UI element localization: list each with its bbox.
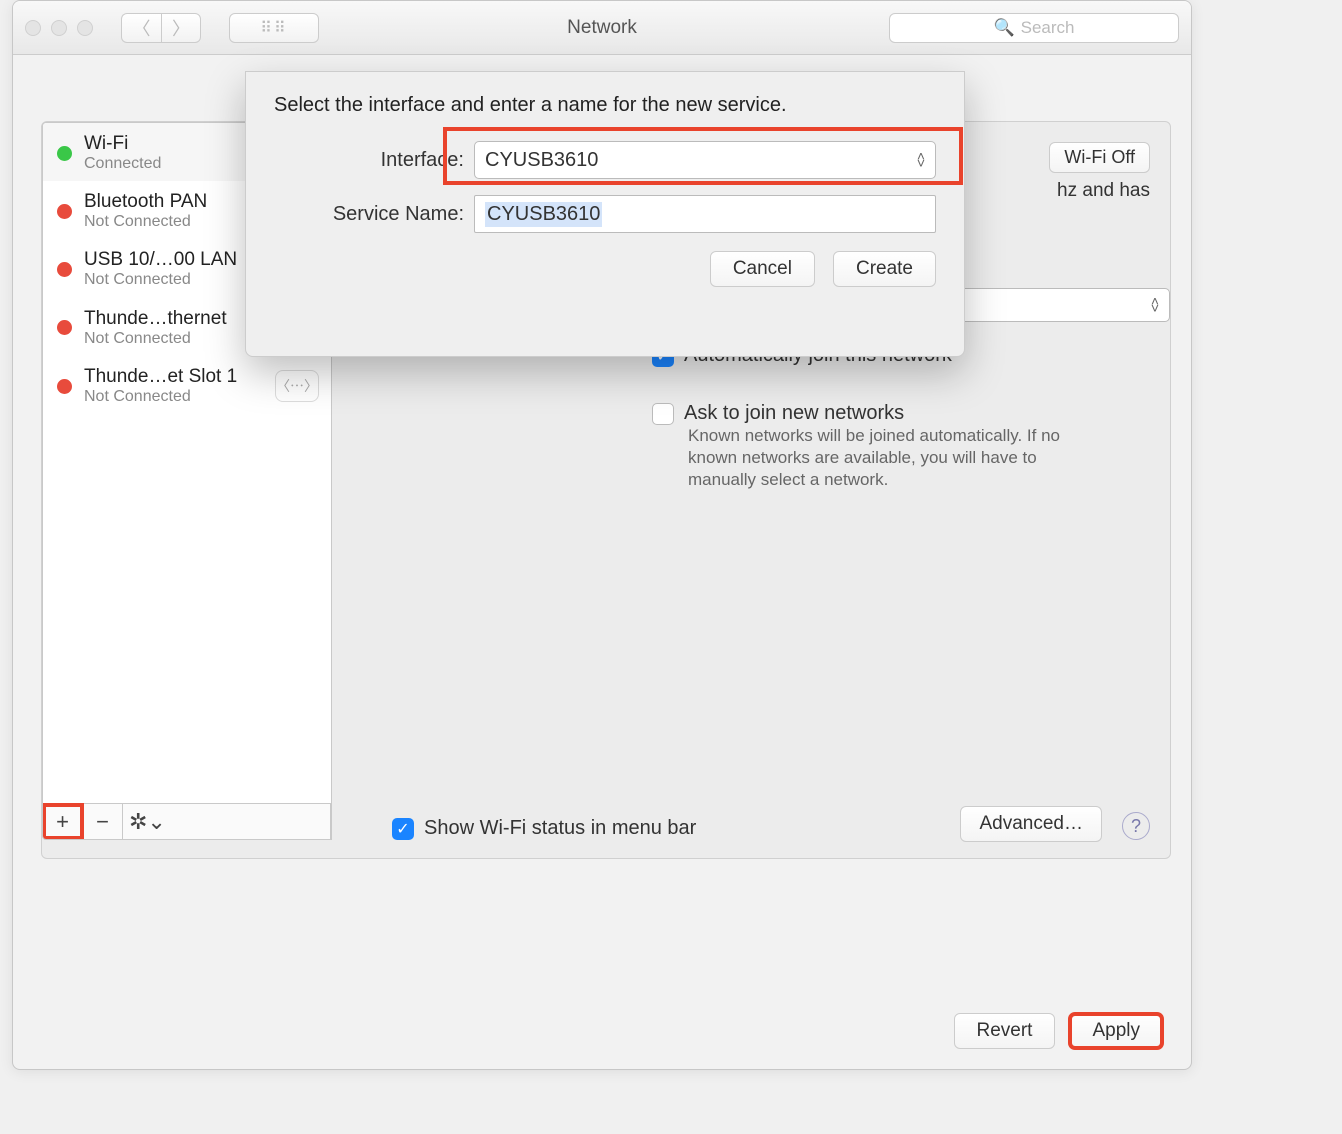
status-dot-icon — [57, 204, 72, 219]
service-item-thunderbolt-slot1[interactable]: Thunde…et Slot 1 Not Connected 〈⋯〉 — [43, 356, 331, 414]
add-service-button[interactable]: + — [43, 804, 83, 839]
interface-label: Interface: — [274, 149, 464, 172]
new-service-sheet: Select the interface and enter a name fo… — [245, 71, 965, 357]
service-actions-button[interactable]: ✲⌄ — [123, 804, 331, 839]
create-button[interactable]: Create — [833, 251, 936, 287]
minimize-window-icon[interactable] — [51, 20, 67, 36]
remove-service-button[interactable]: − — [83, 804, 123, 839]
service-status: Not Connected — [84, 388, 263, 406]
preferences-window: 〈 〉 ⠿⠿ Network 🔍 Search Wi-Fi Connected … — [12, 0, 1192, 1070]
service-name: USB 10/…00 LAN — [84, 249, 263, 271]
service-name-row: Service Name: CYUSB3610 — [274, 195, 936, 233]
show-status-row: ✓ Show Wi-Fi status in menu bar — [392, 817, 696, 840]
sheet-prompt: Select the interface and enter a name fo… — [274, 94, 936, 117]
advanced-button[interactable]: Advanced… — [960, 806, 1102, 842]
chevron-updown-icon: ˄˅ — [1151, 298, 1159, 312]
ethernet-icon: 〈⋯〉 — [275, 370, 319, 402]
status-dot-icon — [57, 320, 72, 335]
status-dot-icon — [57, 379, 72, 394]
show-status-checkbox[interactable]: ✓ — [392, 818, 414, 840]
titlebar: 〈 〉 ⠿⠿ Network 🔍 Search — [13, 1, 1191, 55]
search-input[interactable]: 🔍 Search — [889, 13, 1179, 43]
status-text-fragment: hz and has — [1057, 180, 1150, 202]
ask-join-row: Ask to join new networks Known networks … — [652, 402, 1062, 491]
service-name: Thunde…thernet — [84, 308, 263, 330]
service-name-value: CYUSB3610 — [485, 202, 602, 227]
zoom-window-icon[interactable] — [77, 20, 93, 36]
service-name-label: Service Name: — [274, 203, 464, 226]
show-status-label: Show Wi-Fi status in menu bar — [424, 817, 696, 840]
interface-row: Interface: CYUSB3610 ˄˅ — [274, 141, 936, 179]
service-name: Thunde…et Slot 1 — [84, 366, 263, 388]
status-dot-icon — [57, 262, 72, 277]
footer-buttons: Revert Apply — [954, 1013, 1164, 1049]
service-status: Not Connected — [84, 330, 263, 348]
help-button[interactable]: ? — [1122, 812, 1150, 840]
status-dot-icon — [57, 146, 72, 161]
sidebar-footer: + − ✲⌄ — [43, 803, 331, 839]
wifi-off-button[interactable]: Wi-Fi Off — [1049, 142, 1150, 173]
ask-join-checkbox[interactable] — [652, 403, 674, 425]
service-name-input[interactable]: CYUSB3610 — [474, 195, 936, 233]
chevron-updown-icon: ˄˅ — [917, 153, 925, 167]
close-window-icon[interactable] — [25, 20, 41, 36]
service-status: Not Connected — [84, 271, 263, 289]
ask-join-description: Known networks will be joined automatica… — [652, 425, 1062, 491]
search-icon: 🔍 — [993, 18, 1014, 38]
cancel-button[interactable]: Cancel — [710, 251, 815, 287]
apply-button[interactable]: Apply — [1069, 1013, 1163, 1049]
show-all-button[interactable]: ⠿⠿ — [229, 13, 319, 43]
revert-button[interactable]: Revert — [954, 1013, 1056, 1049]
nav-buttons: 〈 〉 — [121, 13, 201, 43]
forward-button[interactable]: 〉 — [161, 13, 201, 43]
back-button[interactable]: 〈 — [121, 13, 161, 43]
ask-join-label: Ask to join new networks — [684, 402, 904, 425]
window-controls — [25, 20, 93, 36]
sheet-buttons: Cancel Create — [274, 251, 936, 287]
interface-select[interactable]: CYUSB3610 ˄˅ — [474, 141, 936, 179]
search-placeholder: Search — [1021, 18, 1075, 38]
interface-value: CYUSB3610 — [485, 149, 598, 172]
